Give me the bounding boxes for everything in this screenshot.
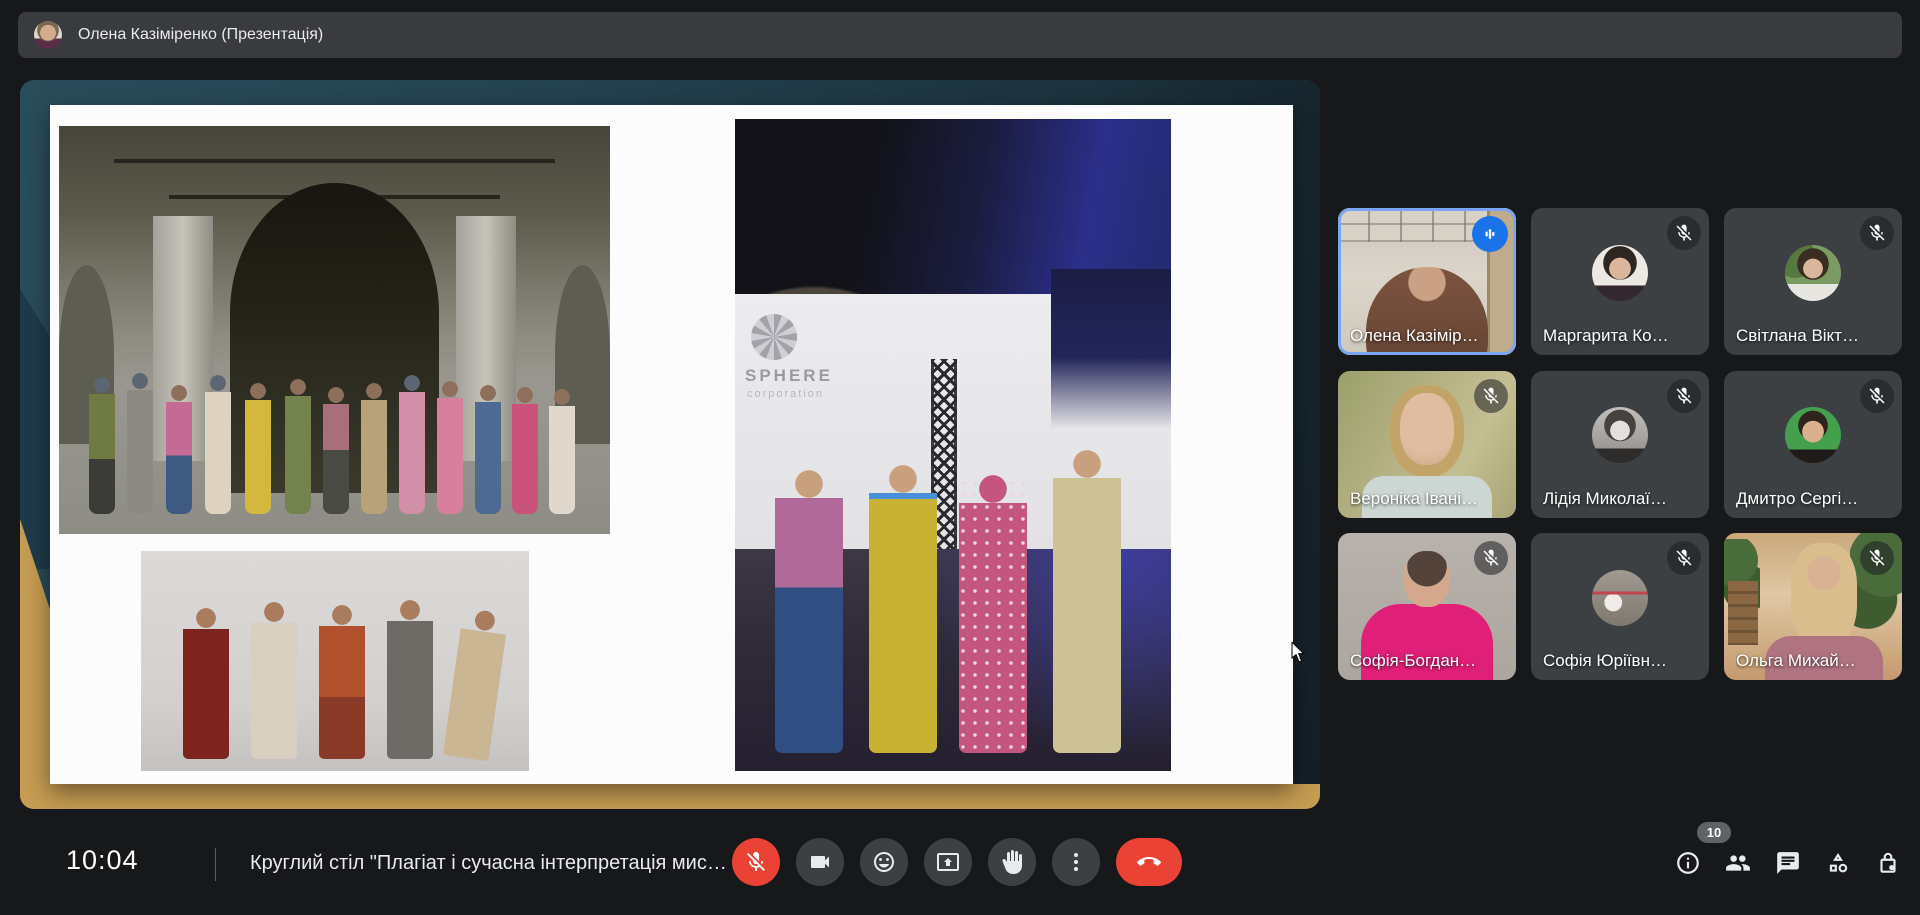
participant-name: Олена Казімір…: [1350, 326, 1479, 346]
participant-avatar: [1785, 245, 1841, 301]
participant-avatar: [1592, 407, 1648, 463]
camera-button[interactable]: [796, 838, 844, 886]
reactions-button[interactable]: [860, 838, 908, 886]
divider: [215, 848, 216, 881]
raise-hand-button[interactable]: [988, 838, 1036, 886]
participant-tile[interactable]: Лідія Миколаї…: [1531, 371, 1709, 518]
participant-avatar: [1785, 407, 1841, 463]
participants-count-badge: 10: [1697, 822, 1731, 843]
slide-canvas: SPHERE corporation: [50, 105, 1293, 784]
participant-name: Софія Юріївн…: [1543, 651, 1667, 671]
participant-name: Дмитро Сергі…: [1736, 489, 1858, 509]
wall-logo-subtext: corporation: [747, 388, 824, 400]
wall-logo-text: SPHERE: [745, 366, 833, 386]
participant-avatar: [1592, 245, 1648, 301]
photo-models-studio: [141, 551, 529, 771]
mouse-cursor: [1291, 642, 1307, 664]
activities-icon[interactable]: [1825, 850, 1851, 876]
participant-tile[interactable]: Маргарита Ко…: [1531, 208, 1709, 355]
mic-muted-icon: [1860, 541, 1894, 575]
photo-runway-hall: [59, 126, 610, 534]
mic-muted-icon: [1667, 541, 1701, 575]
participant-name: Вероніка Івані…: [1350, 489, 1478, 509]
clock: 10:04: [66, 845, 139, 876]
sphere-logo: [751, 314, 797, 360]
participant-name: Лідія Миколаї…: [1543, 489, 1667, 509]
participant-tile[interactable]: Дмитро Сергі…: [1724, 371, 1902, 518]
google-meet-window: Олена Казіміренко (Презентація): [0, 0, 1920, 915]
mic-muted-icon: [1474, 379, 1508, 413]
speaking-indicator-icon: [1472, 216, 1508, 252]
panel-controls: [1675, 850, 1901, 876]
mic-muted-icon: [1667, 379, 1701, 413]
mic-muted-icon: [1860, 379, 1894, 413]
more-options-button[interactable]: [1052, 838, 1100, 886]
participant-name: Ольга Михай…: [1736, 651, 1856, 671]
participant-name: Софія-Богдан…: [1350, 651, 1476, 671]
mic-muted-icon: [1474, 541, 1508, 575]
participant-name: Маргарита Ко…: [1543, 326, 1669, 346]
meeting-title: Круглий стіл "Плагіат і сучасна інтерпре…: [250, 852, 727, 875]
presenter-avatar: [34, 21, 62, 49]
presentation-tile[interactable]: SPHERE corporation: [20, 80, 1320, 809]
presenter-banner: Олена Казіміренко (Презентація): [18, 12, 1902, 58]
photo-event-group: SPHERE corporation: [735, 119, 1171, 771]
presenter-name: Олена Казіміренко (Презентація): [78, 26, 323, 44]
participant-tile[interactable]: Світлана Вікт…: [1724, 208, 1902, 355]
present-screen-button[interactable]: [924, 838, 972, 886]
mic-off-button[interactable]: [732, 838, 780, 886]
chat-icon[interactable]: [1775, 850, 1801, 876]
info-icon[interactable]: [1675, 850, 1701, 876]
participant-tile[interactable]: Ольга Михай…: [1724, 533, 1902, 680]
people-icon[interactable]: [1725, 850, 1751, 876]
participants-grid: Олена Казімір… Маргарита Ко… Світлана Ві…: [1338, 208, 1902, 680]
host-controls-icon[interactable]: [1875, 850, 1901, 876]
slide-gold-bottom-strip: [20, 784, 1320, 809]
mic-muted-icon: [1860, 216, 1894, 250]
participant-avatar: [1592, 570, 1648, 626]
participant-tile[interactable]: Вероніка Івані…: [1338, 371, 1516, 518]
participant-tile[interactable]: Олена Казімір…: [1338, 208, 1516, 355]
end-call-button[interactable]: [1116, 838, 1182, 886]
participant-tile[interactable]: Софія-Богдан…: [1338, 533, 1516, 680]
call-controls: [732, 838, 1182, 886]
participant-name: Світлана Вікт…: [1736, 326, 1859, 346]
mic-muted-icon: [1667, 216, 1701, 250]
participant-tile[interactable]: Софія Юріївн…: [1531, 533, 1709, 680]
